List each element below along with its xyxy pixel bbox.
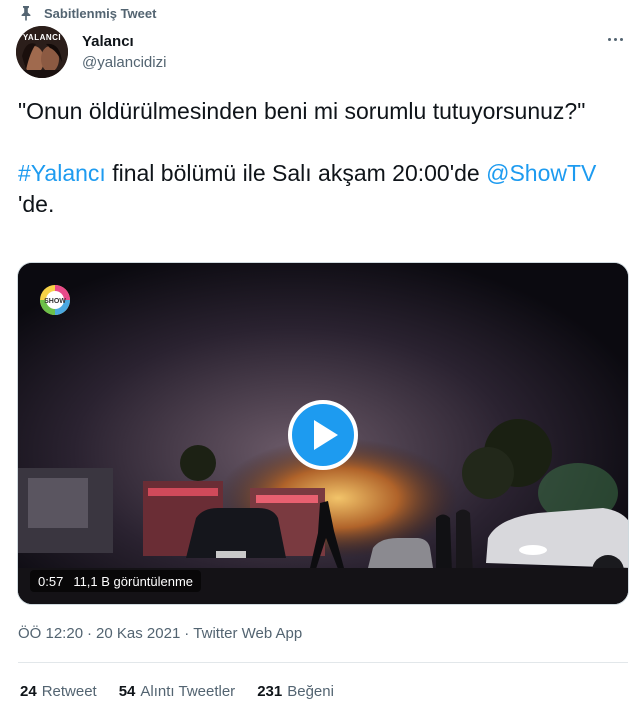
pinned-label: Sabitlenmiş Tweet xyxy=(44,5,157,21)
quote-count: 54 xyxy=(118,683,136,700)
pinned-indicator: Sabitlenmiş Tweet xyxy=(18,4,156,22)
tweet-stats: 24 Retweet 54 Alıntı Tweetler 231 Beğeni xyxy=(20,683,356,700)
tweet-quote-line: "Onun öldürülmesinden beni mi sorumlu tu… xyxy=(18,98,586,124)
play-icon xyxy=(314,420,338,450)
show-tv-logo-text: SHOW xyxy=(44,298,66,305)
hashtag-link[interactable]: #Yalancı xyxy=(18,160,106,186)
likes-stat[interactable]: 231 Beğeni xyxy=(257,683,334,700)
mention-link[interactable]: @ShowTV xyxy=(486,160,596,186)
tweet-promo-text: final bölümü ile Salı akşam 20:00'de xyxy=(105,160,487,186)
avatar-label: YALANCI xyxy=(22,33,62,42)
separator: · xyxy=(87,625,93,642)
quote-tweets-stat[interactable]: 54 Alıntı Tweetler xyxy=(119,683,235,700)
tweet-time[interactable]: ÖÖ 12:20 xyxy=(18,625,83,642)
retweet-label: Retweet xyxy=(41,683,97,700)
dot-icon xyxy=(619,37,623,41)
dot-icon xyxy=(613,37,617,41)
divider xyxy=(18,662,628,663)
tweet-date[interactable]: 20 Kas 2021 xyxy=(96,625,180,642)
retweets-stat[interactable]: 24 Retweet xyxy=(20,683,97,700)
more-options-button[interactable] xyxy=(604,30,626,48)
dot-icon xyxy=(607,37,611,41)
author-name[interactable]: Yalancı xyxy=(82,33,134,50)
play-button[interactable] xyxy=(288,400,358,470)
tweet-header: YALANCI Yalancı @yalancidizi xyxy=(16,26,626,80)
video-player[interactable]: SHOW 0:57 11,1 B görüntülenme xyxy=(17,262,629,605)
pin-icon xyxy=(18,5,34,21)
tweet-promo-line: #Yalancı final bölümü ile Salı akşam 20:… xyxy=(18,158,633,220)
like-label: Beğeni xyxy=(287,683,334,700)
video-view-count: 11,1 B görüntülenme xyxy=(73,573,194,589)
author-handle[interactable]: @yalancidizi xyxy=(82,54,166,71)
like-count: 231 xyxy=(257,683,283,700)
separator: · xyxy=(184,625,190,642)
quote-label: Alıntı Tweetler xyxy=(140,683,236,700)
tweet-text: "Onun öldürülmesinden beni mi sorumlu tu… xyxy=(18,96,633,220)
show-tv-logo: SHOW xyxy=(38,283,72,317)
video-info-badge: 0:57 11,1 B görüntülenme xyxy=(30,570,202,592)
video-duration: 0:57 xyxy=(38,573,64,589)
avatar[interactable]: YALANCI xyxy=(16,26,68,78)
tweet-promo-tail: 'de. xyxy=(18,191,55,217)
retweet-count: 24 xyxy=(20,683,37,700)
tweet-source[interactable]: Twitter Web App xyxy=(193,625,302,642)
tweet-timestamp: ÖÖ 12:20 · 20 Kas 2021 · Twitter Web App xyxy=(18,625,302,642)
